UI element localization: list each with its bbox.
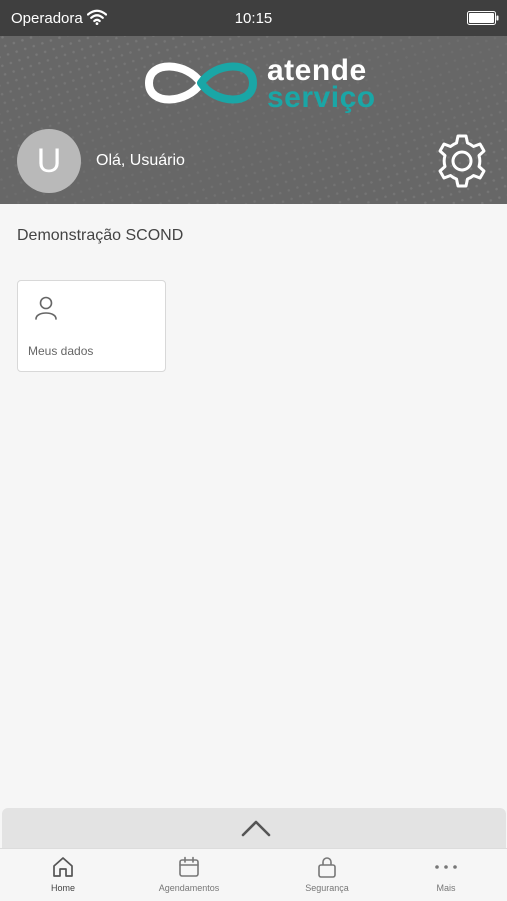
card-label: Meus dados	[28, 344, 94, 358]
bottom-tab-bar: Home Agendamentos Segurança Mais	[0, 848, 507, 900]
user-icon	[35, 296, 57, 320]
calendar-icon	[179, 856, 199, 877]
tab-label: Home	[50, 883, 75, 893]
tab-label: Mais	[436, 883, 456, 893]
infinity-logo-icon	[144, 62, 258, 104]
condominium-title: Demonstração SCOND	[17, 227, 184, 244]
home-icon	[53, 857, 73, 877]
tab-home[interactable]: Home	[0, 849, 126, 901]
greeting-text: Olá, Usuário	[96, 152, 185, 169]
gear-icon	[438, 134, 486, 188]
chevron-up-icon	[241, 820, 271, 837]
drawer-handle[interactable]	[2, 808, 506, 848]
atende-servico-logo: atende serviço	[143, 52, 376, 114]
battery-icon	[467, 11, 499, 25]
tab-label: Agendamentos	[158, 883, 220, 893]
more-icon	[435, 865, 457, 869]
avatar[interactable]: U	[17, 129, 81, 193]
lock-icon	[318, 857, 336, 878]
tab-mais[interactable]: Mais	[383, 849, 507, 901]
tab-agendamentos[interactable]: Agendamentos	[126, 849, 252, 901]
settings-button[interactable]	[433, 132, 491, 190]
status-bar: Operadora 10:15	[0, 0, 507, 36]
logo-word-servico: serviço	[267, 81, 376, 114]
tab-label: Segurança	[305, 883, 349, 893]
tab-seguranca[interactable]: Segurança	[264, 849, 390, 901]
clock: 10:15	[234, 10, 273, 27]
profile-header: atende serviço U Olá, Usuário	[0, 36, 507, 204]
my-data-card[interactable]: Meus dados	[17, 280, 166, 372]
